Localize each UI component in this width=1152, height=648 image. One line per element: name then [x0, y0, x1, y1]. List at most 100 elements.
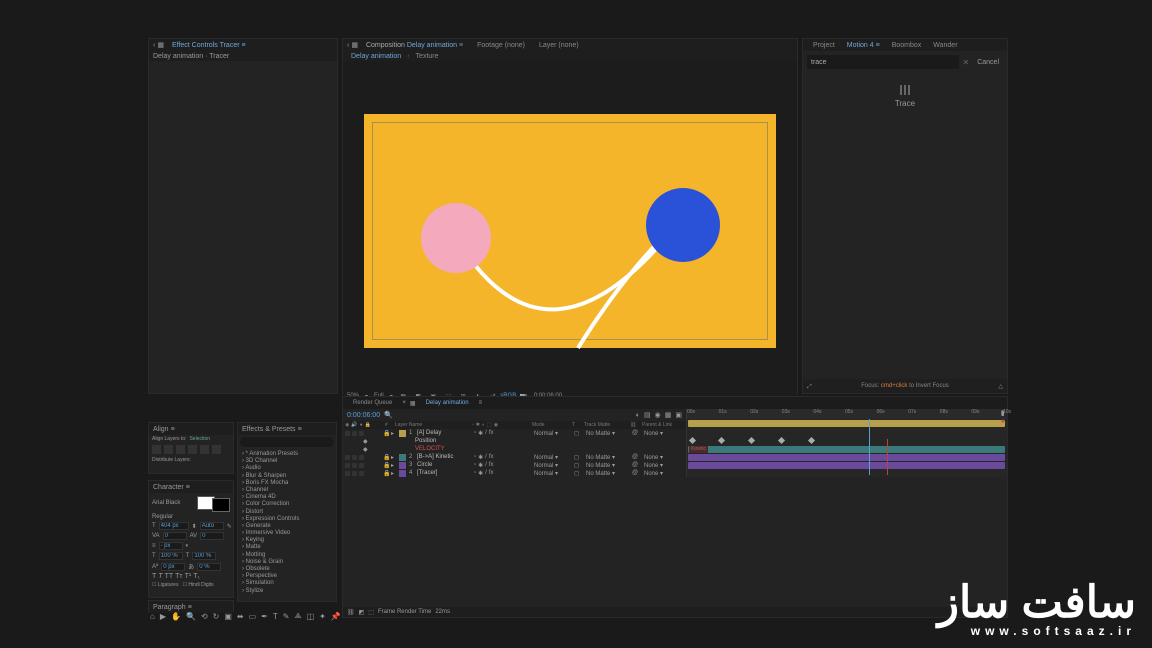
label-color[interactable] [399, 454, 406, 461]
toggle-modes-icon[interactable]: ◩ [359, 609, 365, 616]
twirl-icon[interactable]: ▸ [391, 470, 399, 477]
draft3d-icon[interactable]: ▣ [675, 411, 682, 419]
track-tracer[interactable] [688, 462, 1005, 469]
parent-pick-icon[interactable]: @ [632, 430, 644, 436]
effect-category-item[interactable]: › Expression Controls [242, 516, 332, 523]
layer-property-row[interactable]: ◆ VELOCITY [343, 445, 686, 453]
search-icon[interactable]: 🔍 [384, 411, 393, 419]
switch-icon[interactable]: ◉ [494, 422, 498, 428]
switch-icon[interactable]: ▫ [472, 422, 474, 428]
effect-category-item[interactable]: › Channel [242, 487, 332, 494]
solo-toggle[interactable] [359, 471, 364, 476]
col-layer-name[interactable]: Layer Name [395, 422, 472, 428]
effect-category-item[interactable]: › Matte [242, 544, 332, 551]
font-size-input[interactable] [159, 522, 189, 530]
leading-input[interactable] [200, 522, 224, 530]
parent-dropdown[interactable]: None ▾ [644, 462, 686, 469]
trk-icon[interactable]: ◻ [574, 454, 586, 461]
layer-name[interactable]: [A] Delay [417, 430, 474, 436]
pan-behind-tool-icon[interactable]: ⬌ [237, 612, 244, 621]
link-column-icon[interactable]: ⛓ [630, 422, 642, 428]
vscale-input[interactable] [159, 552, 183, 560]
label-color[interactable] [399, 462, 406, 469]
subtab-delay[interactable]: Delay animation [347, 53, 405, 60]
keyframe-nav-icon[interactable]: ◆ [363, 446, 368, 453]
composition-viewer[interactable]: 50% ▾ Full ▾ ▦ ◩ ▣ ⬚ ⊞ ◐ ↺ sRGB 📷 0:00:0… [343, 61, 797, 401]
hindi-checkbox[interactable]: ☐ Hindi Digits [182, 582, 213, 588]
shy-switch[interactable]: ▫ [474, 470, 476, 477]
blend-mode-dropdown[interactable]: Normal ▾ [534, 454, 574, 461]
effect-category-item[interactable]: › Immersive Video [242, 530, 332, 537]
lock-icon[interactable]: 🔒 [383, 462, 391, 469]
track-matte-dropdown[interactable]: No Matte ▾ [586, 430, 632, 437]
fx-switch[interactable]: fx [489, 454, 494, 461]
audio-column-icon[interactable]: 🔊 [351, 422, 357, 428]
rotate-tool-icon[interactable]: ↻ [213, 612, 220, 621]
keyframe-icon[interactable] [778, 437, 785, 444]
clone-tool-icon[interactable]: ⟁ [294, 611, 301, 621]
tab-delay-animation[interactable]: Delay animation [420, 400, 475, 406]
panel-options-icon[interactable]: ≡ [298, 426, 302, 433]
eyedropper-icon[interactable]: ✎ [227, 523, 232, 530]
audio-toggle[interactable] [352, 463, 357, 468]
panel-menu-icon[interactable]: ▦ [410, 400, 416, 407]
twirl-icon[interactable]: ▸ [391, 454, 399, 461]
track-matte-dropdown[interactable]: No Matte ▾ [586, 454, 632, 461]
trace-action[interactable]: Trace [803, 85, 1007, 108]
blend-mode-dropdown[interactable]: Normal ▾ [534, 462, 574, 469]
cancel-button[interactable]: Cancel [973, 55, 1003, 69]
hscale-input[interactable] [192, 552, 216, 560]
collapse-switch[interactable]: ✱ [478, 430, 483, 437]
quality-switch[interactable]: / [485, 454, 487, 461]
font-family-dropdown[interactable]: Arial Black [152, 500, 194, 506]
marker[interactable] [887, 439, 888, 475]
baseline-input[interactable] [161, 563, 185, 571]
panel-menu-icon[interactable]: ▦ [351, 41, 358, 49]
collapse-icon[interactable]: ⤢ [807, 384, 812, 391]
layer-name[interactable]: Circle [417, 462, 474, 468]
effect-controls-tab[interactable]: Effect Controls Tracer ≡ [166, 42, 252, 49]
align-tab[interactable]: Align ≡ [149, 423, 233, 435]
superscript-button[interactable]: T¹ [185, 573, 192, 580]
label-color[interactable] [399, 470, 406, 477]
shy-switch[interactable]: ▫ [474, 430, 476, 437]
effect-category-item[interactable]: › Obsolete [242, 566, 332, 573]
timeline-right[interactable]: 00s01s02s03s04s05s06s07s08s09s10s Kineti… [687, 409, 1007, 477]
track-matte-dropdown[interactable]: No Matte ▾ [586, 462, 632, 469]
faux-bold-button[interactable]: T [152, 573, 156, 580]
zoom-tool-icon[interactable]: 🔍 [186, 612, 196, 621]
keyframe-icon[interactable] [689, 437, 696, 444]
effect-category-item[interactable]: › Perspective [242, 573, 332, 580]
effect-category-item[interactable]: › Audio [242, 465, 332, 472]
align-right-button[interactable] [176, 445, 185, 454]
graph-editor-icon[interactable]: ▦ [665, 411, 672, 419]
align-to-value[interactable]: Selection [189, 436, 210, 442]
panel-options-icon[interactable]: ≡ [459, 42, 463, 49]
panel-options-icon[interactable]: ≡ [479, 400, 483, 406]
tsume-input[interactable] [197, 563, 221, 571]
ligatures-checkbox[interactable]: ☐ Ligatures [152, 582, 178, 588]
time-ruler[interactable]: 00s01s02s03s04s05s06s07s08s09s10s [687, 409, 1007, 419]
collapse-switch[interactable]: ✱ [478, 470, 483, 477]
audio-toggle[interactable] [352, 455, 357, 460]
panel-options-icon[interactable]: ≡ [186, 484, 190, 491]
effect-category-item[interactable]: › Boris FX Mocha [242, 480, 332, 487]
label-color[interactable] [399, 430, 406, 437]
effect-category-item[interactable]: › Color Correction [242, 501, 332, 508]
lock-icon[interactable]: 🔒 [383, 470, 391, 477]
tab-project[interactable]: Project [807, 42, 841, 49]
effect-category-item[interactable]: › Blur & Sharpen [242, 473, 332, 480]
align-vcenter-button[interactable] [200, 445, 209, 454]
layer-name[interactable]: [B->A] Kinetic [417, 454, 474, 460]
switch-icon[interactable]: ✱ [476, 422, 480, 428]
panel-menu-icon[interactable]: ▦ [157, 41, 164, 49]
shy-switch[interactable]: ▫ [474, 462, 476, 469]
pen-tool-icon[interactable]: ✒ [261, 612, 268, 621]
keyframe-icon[interactable] [808, 437, 815, 444]
allcaps-button[interactable]: TT [165, 573, 174, 580]
comp-button-icon[interactable]: ● [1001, 418, 1005, 425]
effect-category-item[interactable]: › Keying [242, 537, 332, 544]
layer-row[interactable]: 🔒 ▸ 3 Circle ▫ ✱ / fx Normal ▾ ◻ No Matt… [343, 461, 686, 469]
trk-icon[interactable]: ◻ [574, 470, 586, 477]
layer-tab[interactable]: Layer (none) [533, 42, 585, 49]
